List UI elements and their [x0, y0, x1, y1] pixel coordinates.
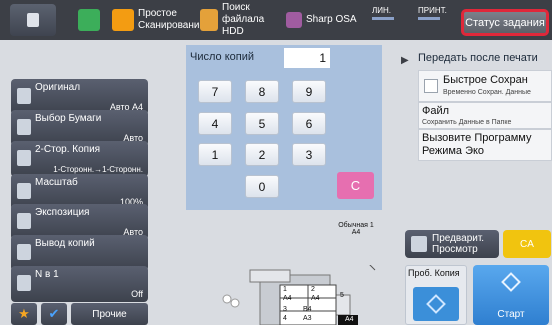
key-2[interactable]: 2: [245, 143, 279, 166]
tray-4-size: A3: [303, 315, 312, 322]
key-3[interactable]: 3: [292, 143, 326, 166]
key-0[interactable]: 0: [245, 175, 279, 198]
line-indicator: [372, 17, 394, 20]
hdd-search-label: Поиск файлала HDD: [222, 2, 265, 37]
quick-save-option[interactable]: Быстрое Сохран Временно Сохран. Данные: [418, 70, 552, 102]
start-label: Старт: [497, 309, 525, 320]
osa-button[interactable]: Sharp OSA: [286, 4, 366, 36]
eco-mode-label: Вызовите Программу Режима Эко: [422, 132, 532, 157]
transfer-after-print[interactable]: Передать после печати: [418, 52, 538, 64]
key-1[interactable]: 1: [198, 143, 232, 166]
file-sub: Сохранить Данные в Папке: [422, 119, 512, 126]
clear-all-button[interactable]: CA: [503, 230, 551, 258]
exposure-icon: [17, 213, 31, 229]
key-5[interactable]: 5: [245, 112, 279, 135]
tray-1-label: 1: [283, 286, 287, 293]
tray-5-size: A4: [345, 316, 354, 323]
tray-2-number: 2: [311, 286, 315, 293]
output-tray-label: Обычная 1 A4: [338, 222, 374, 236]
duplex-copy-setting[interactable]: 2-Стор. Копия 1-Сторонн.→1-Сторонн.: [11, 141, 148, 177]
hdd-search-button[interactable]: Поиск файлала HDD: [200, 2, 280, 37]
duplex-icon: [17, 150, 31, 166]
top-bar: Простое Сканирование Поиск файлала HDD S…: [0, 0, 552, 40]
setting-name: Масштаб: [35, 177, 78, 188]
scan-icon: [112, 9, 134, 31]
tray-1-size: A4: [283, 295, 292, 302]
osa-icon: [286, 12, 302, 28]
star-icon: ★: [18, 306, 30, 321]
preview-button[interactable]: Предварит. Просмотр: [405, 230, 499, 258]
diamond-icon: [501, 272, 521, 292]
tray-1-number: 1: [283, 286, 287, 293]
start-button[interactable]: Старт: [473, 265, 549, 325]
setting-name: N в 1: [35, 269, 59, 280]
n-in-1-setting[interactable]: N в 1 Off: [11, 266, 148, 302]
copier-illustration: [222, 265, 376, 325]
copies-label: Число копий: [190, 51, 254, 63]
setting-name: Выбор Бумаги: [35, 113, 102, 124]
setting-name: Оригинал: [35, 82, 81, 93]
key-9[interactable]: 9: [292, 80, 326, 103]
file-option[interactable]: Файл Сохранить Данные в Папке: [418, 102, 552, 129]
favorite-button[interactable]: ★: [11, 303, 37, 325]
tray-3-size: B4: [303, 306, 312, 313]
quick-scan-label: Простое Сканирование: [138, 8, 206, 31]
key-7[interactable]: 7: [198, 80, 232, 103]
proof-copy-label: Проб. Копия: [408, 268, 460, 278]
diamond-icon: [426, 294, 446, 314]
tray-5-number: 5: [340, 292, 344, 299]
paper-icon: [17, 119, 31, 135]
key-6[interactable]: 6: [292, 112, 326, 135]
preview-icon: [411, 236, 427, 252]
app-icon: [78, 9, 100, 31]
chevron-right-icon: ▶: [401, 55, 409, 66]
job-status-button[interactable]: Статус задания: [461, 9, 549, 36]
home-icon: [27, 13, 39, 27]
quick-save-label: Быстрое Сохран: [443, 74, 528, 86]
original-icon: [17, 88, 31, 104]
quick-save-checkbox[interactable]: [424, 79, 438, 93]
osa-label: Sharp OSA: [306, 14, 357, 25]
setting-name: Экспозиция: [35, 207, 90, 218]
proof-copy-button[interactable]: [413, 287, 459, 321]
output-icon: [17, 244, 31, 260]
eco-mode-option[interactable]: Вызовите Программу Режима Эко: [418, 129, 552, 161]
n-in-1-icon: [17, 275, 31, 291]
output-tray-name: Обычная 1: [338, 222, 374, 229]
check-button[interactable]: ✔: [41, 303, 67, 325]
setting-name: Вывод копий: [35, 238, 95, 249]
tray-3-number: 3: [283, 306, 287, 313]
setting-value: Off: [131, 289, 143, 299]
key-8[interactable]: 8: [245, 80, 279, 103]
folder-icon: [200, 9, 218, 31]
home-button[interactable]: [10, 4, 56, 36]
app-shortcut-button[interactable]: [78, 4, 104, 36]
tray-4-number: 4: [283, 315, 287, 322]
output-tray-size: A4: [351, 229, 361, 236]
print-status: ПРИНТ.: [418, 6, 447, 20]
quick-scan-button[interactable]: Простое Сканирование: [112, 4, 205, 36]
quick-save-sub: Временно Сохран. Данные: [443, 89, 531, 96]
file-label: Файл: [422, 105, 450, 117]
setting-value: 1-Сторонн.→1-Сторонн.: [53, 165, 143, 174]
line-label: ЛИН.: [372, 6, 391, 15]
preview-label: Предварит. Просмотр: [432, 233, 485, 255]
setting-name: 2-Стор. Копия: [35, 144, 101, 155]
clear-button[interactable]: C: [337, 172, 374, 199]
print-indicator: [418, 17, 440, 20]
print-label: ПРИНТ.: [418, 6, 447, 15]
tray-2-size: A4: [311, 295, 320, 302]
key-4[interactable]: 4: [198, 112, 232, 135]
checkmark-icon: ✔: [48, 306, 60, 321]
other-button[interactable]: Прочие: [71, 303, 148, 325]
line-status: ЛИН.: [372, 6, 394, 20]
scale-icon: [17, 183, 31, 199]
copies-input[interactable]: 1: [284, 48, 330, 68]
